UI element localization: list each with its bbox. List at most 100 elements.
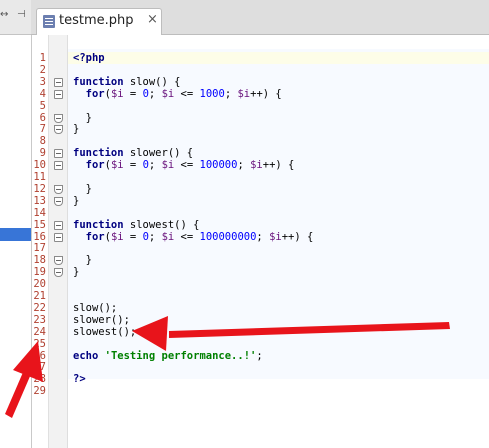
code-token: function: [73, 75, 124, 88]
code-token: ++) {: [262, 159, 295, 172]
code-token: ;: [148, 230, 162, 243]
code-line[interactable]: slower();: [73, 314, 130, 326]
line-number: 21: [33, 290, 46, 302]
code-line[interactable]: ?>: [73, 373, 86, 385]
fold-marker-icon[interactable]: [54, 220, 63, 230]
code-token: for: [85, 87, 105, 100]
code-editor[interactable]: 1 <?php 2 3 function slow() { 4 for($i = 0; $…: [32, 35, 489, 448]
code-token: <=: [174, 87, 200, 100]
editor-tab-bar: testme.php ×: [31, 0, 489, 35]
code-line[interactable]: for($i = 0; $i <= 1000; $i++) {: [73, 88, 282, 100]
code-line[interactable]: <?php: [73, 52, 105, 64]
code-line[interactable]: function slow() {: [73, 76, 180, 88]
code-token: slow() {: [123, 75, 181, 88]
collapse-icon[interactable]: ⊣: [17, 9, 26, 20]
code-line[interactable]: }: [73, 123, 79, 135]
line-number: 24: [33, 325, 46, 338]
line-number: 17: [33, 242, 46, 255]
code-token: ;: [256, 230, 270, 243]
code-token: }: [73, 111, 92, 124]
code-token: ;: [256, 349, 263, 362]
code-token: ;: [148, 159, 162, 172]
fold-marker-icon[interactable]: [54, 232, 63, 242]
code-token: }: [73, 123, 80, 136]
code-token: <?php: [73, 52, 105, 64]
code-token: =: [123, 87, 143, 100]
code-token: slower();: [73, 313, 130, 326]
line-number: 1: [39, 52, 46, 64]
code-token: slower() {: [123, 147, 194, 160]
line-number: 13: [33, 194, 46, 207]
line-number: 26: [33, 349, 46, 362]
fold-marker-icon[interactable]: [54, 77, 63, 87]
fold-marker-icon[interactable]: [54, 256, 63, 266]
code-line[interactable]: slow();: [73, 302, 117, 314]
code-token: =: [123, 230, 143, 243]
code-token: $i: [110, 230, 124, 243]
line-number: 23: [33, 313, 46, 326]
code-token: for: [85, 159, 105, 172]
line-number: 7: [39, 123, 46, 136]
code-line[interactable]: }: [73, 183, 92, 195]
code-token: ;: [237, 159, 251, 172]
code-token: $i: [250, 159, 263, 172]
code-line[interactable]: echo 'Testing performance..!';: [73, 350, 263, 362]
project-toolbar: ↔ ⊣: [0, 0, 31, 35]
close-icon[interactable]: ×: [147, 12, 158, 27]
code-token: }: [73, 194, 80, 207]
line-number: 16: [33, 230, 46, 243]
code-token: 'Testing performance..!': [104, 349, 257, 362]
php-file-icon: [43, 15, 55, 28]
code-token: 100000000: [199, 230, 257, 243]
code-line[interactable]: for($i = 0; $i <= 100000000; $i++) {: [73, 230, 314, 243]
code-line[interactable]: }: [73, 266, 79, 278]
tab-testme-php[interactable]: testme.php ×: [36, 8, 162, 35]
code-line[interactable]: }: [73, 112, 92, 124]
arrows-expand-icon[interactable]: ↔: [0, 9, 8, 20]
fold-marker-icon[interactable]: [54, 161, 63, 171]
code-token: 1000: [199, 87, 225, 100]
line-number: 9: [39, 147, 46, 160]
line-number: 4: [39, 87, 46, 100]
line-number: 5: [39, 99, 46, 112]
fold-marker-icon[interactable]: [54, 113, 63, 123]
code-token: function: [73, 147, 124, 160]
line-number: 6: [39, 111, 46, 124]
code-token: $i: [161, 230, 175, 243]
fold-marker-icon[interactable]: [54, 268, 63, 278]
code-token: $i: [110, 87, 124, 100]
code-token: for: [85, 230, 105, 243]
code-line[interactable]: }: [73, 254, 92, 266]
line-number: 8: [39, 135, 46, 148]
code-token: echo: [73, 349, 99, 362]
code-token: $i: [269, 230, 282, 243]
line-number: 11: [33, 171, 46, 183]
code-token: function: [73, 218, 124, 231]
code-token: slowest() {: [123, 218, 200, 231]
code-line[interactable]: }: [73, 195, 79, 207]
code-line[interactable]: function slowest() {: [73, 219, 199, 231]
line-number: 25: [33, 337, 46, 350]
fold-marker-icon[interactable]: [54, 89, 63, 99]
selected-project-item[interactable]: [0, 228, 31, 241]
fold-marker-icon[interactable]: [54, 184, 63, 194]
code-token: =: [123, 159, 143, 172]
code-token: ?>: [73, 373, 86, 386]
fold-marker-icon[interactable]: [54, 196, 63, 206]
line-number: 18: [33, 254, 46, 267]
code-line[interactable]: for($i = 0; $i <= 100000; $i++) {: [73, 159, 295, 172]
code-token: }: [73, 254, 92, 267]
code-token: slow();: [73, 301, 118, 314]
fold-marker-icon[interactable]: [54, 149, 63, 159]
code-token: $i: [110, 159, 124, 172]
code-token: ;: [224, 87, 238, 100]
code-token: }: [73, 182, 92, 195]
code-token: $i: [161, 159, 175, 172]
code-line[interactable]: function slower() {: [73, 147, 193, 159]
code-line[interactable]: slowest();: [73, 326, 136, 338]
line-number: 20: [33, 278, 46, 291]
line-number: 10: [33, 159, 46, 172]
